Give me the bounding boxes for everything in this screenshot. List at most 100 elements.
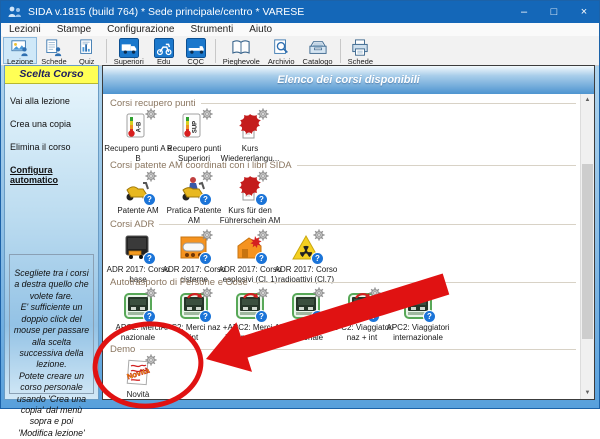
question-badge-icon: ? [143, 252, 156, 265]
document-search-icon [272, 39, 290, 57]
sidebar-link-elimina-il-corso[interactable]: Elimina il corso [5, 142, 98, 165]
scooter-rider-course-icon: ? [179, 174, 209, 204]
toolbar-button-catalogo[interactable]: Catalogo [299, 37, 337, 64]
question-badge-icon: ? [199, 193, 212, 206]
section-title: Autotrasporto di Persone e Cose [110, 277, 248, 288]
toolbar-button-schede[interactable]: Schede [37, 37, 70, 64]
toolbar-button-lezione[interactable]: Lezione [3, 37, 37, 64]
course-item[interactable]: A-B Recupero punti A e B [110, 112, 166, 163]
course-item[interactable]: ? APC2: Viaggiatori internazionale [390, 291, 446, 342]
menu-item-stampe[interactable]: Stampe [49, 24, 99, 35]
apc-truck-icon: ? [179, 291, 209, 321]
toolbar: Lezione Schede Quiz Superiori Edu CQC Pi… [1, 36, 599, 66]
section-rule [297, 165, 576, 166]
eagle-course-icon [235, 112, 265, 142]
course-item[interactable]: Novità Novità [110, 358, 166, 399]
scrollbar[interactable]: ▲ ▼ [580, 94, 594, 399]
gear-icon [145, 169, 157, 181]
gear-icon [369, 286, 381, 298]
titlebar: SIDA v.1815 (build 764) * Sede principal… [1, 1, 599, 23]
toolbar-button-edu[interactable]: Edu [148, 37, 180, 64]
scroll-down-icon[interactable]: ▼ [581, 387, 594, 399]
course-item-label: Novità [104, 390, 172, 399]
maximize-button[interactable]: □ [539, 1, 569, 23]
toolbar-separator [106, 39, 107, 63]
scroll-up-icon[interactable]: ▲ [581, 94, 594, 106]
section-demo: Demo Novità Novità [110, 344, 576, 399]
sidebar: Scelta Corso Vai alla lezione Crea una c… [4, 65, 99, 400]
gear-icon [257, 169, 269, 181]
course-item[interactable]: ? Pratica Patente AM [166, 174, 222, 225]
toolbar-button-pieghevole[interactable]: Pieghevole [219, 37, 264, 64]
question-badge-icon: ? [255, 252, 268, 265]
menubar: Lezioni Stampe Configurazione Strumenti … [1, 23, 599, 37]
toolbar-separator [340, 39, 341, 63]
close-button[interactable]: × [569, 1, 599, 23]
toolbar-button-schede-stampa[interactable]: Schede [344, 37, 377, 64]
question-badge-icon: ? [255, 310, 268, 323]
section-corsi-recupero-punti: Corsi recupero punti A-B Recupero punti … [110, 98, 576, 163]
question-badge-icon: ? [423, 310, 436, 323]
section-rule [201, 103, 576, 104]
toolbar-button-quiz[interactable]: Quiz [71, 37, 103, 64]
minimize-button[interactable]: – [509, 1, 539, 23]
question-badge-icon: ? [367, 310, 380, 323]
gear-icon [145, 107, 157, 119]
gear-icon [257, 286, 269, 298]
eagle-course-icon: ? [235, 174, 265, 204]
gear-icon [201, 286, 213, 298]
svg-text:A-B: A-B [137, 121, 143, 132]
menu-item-configurazione[interactable]: Configurazione [99, 24, 182, 35]
svg-text:SUP: SUP [193, 121, 199, 133]
adr-esplosivi-icon: ? [235, 233, 265, 263]
course-item[interactable]: SUP Recupero punti Superiori [166, 112, 222, 163]
course-item-label: APC2: Viaggiatori internazionale [384, 323, 452, 342]
gear-icon [201, 107, 213, 119]
gear-icon [425, 286, 437, 298]
toolbar-button-superiori[interactable]: Superiori [110, 37, 148, 64]
apc-truck-icon: ? [235, 291, 265, 321]
sidebar-link-crea-una-copia[interactable]: Crea una copia [5, 119, 98, 142]
sidebar-title: Scelta Corso [5, 66, 98, 84]
lesson-icon [11, 39, 29, 57]
course-item[interactable]: ? APC2: Merci internazionale [222, 291, 278, 342]
recupero-punti-sup-icon: SUP [179, 112, 209, 142]
quiz-icon [78, 39, 96, 57]
question-badge-icon: ? [143, 310, 156, 323]
course-item[interactable]: ? APC2: Viaggiatori nazionale [278, 291, 334, 342]
scroll-thumb[interactable] [582, 164, 593, 339]
course-item[interactable]: ? APC2: Merci nazionale [110, 291, 166, 342]
apc-truck-icon: ? [291, 291, 321, 321]
gear-icon [257, 228, 269, 240]
apc-truck-icon: ? [123, 291, 153, 321]
printer-icon [351, 39, 369, 57]
apc-truck-icon: ? [347, 291, 377, 321]
course-item[interactable]: ? APC2: Viaggiatori naz + int [334, 291, 390, 342]
main-panel: Elenco dei corsi disponibili Corsi recup… [102, 65, 595, 400]
adr-cisterne-icon: ? [179, 233, 209, 263]
novita-icon: Novità [123, 358, 153, 388]
sidebar-link-configura-automatico[interactable]: Configura automatico [5, 165, 98, 198]
sidebar-link-vai-alla-lezione[interactable]: Vai alla lezione [5, 96, 98, 119]
recupero-punti-ab-icon: A-B [123, 112, 153, 142]
adr-base-icon: ? [123, 233, 153, 263]
course-item[interactable]: Kurs Wiedererlangu... [222, 112, 278, 163]
menu-item-lezioni[interactable]: Lezioni [1, 24, 49, 35]
panel-header: Elenco dei corsi disponibili [103, 66, 594, 95]
question-badge-icon: ? [311, 252, 324, 265]
sidebar-description: Scegliete tra i corsi a destra quello ch… [9, 254, 94, 394]
toolbar-button-archivio[interactable]: Archivio [264, 37, 299, 64]
app-window: SIDA v.1815 (build 764) * Sede principal… [0, 0, 600, 409]
gear-icon [145, 286, 157, 298]
toolbar-button-cqc[interactable]: CQC [180, 37, 212, 64]
gear-icon [201, 228, 213, 240]
section-corsi-patente-am: Corsi patente AM coordinati con i libri … [110, 160, 576, 225]
menu-item-strumenti[interactable]: Strumenti [182, 24, 241, 35]
course-item[interactable]: ? APC2: Merci naz + int [166, 291, 222, 342]
menu-item-aiuto[interactable]: Aiuto [241, 24, 280, 35]
scooter-course-icon: ? [123, 174, 153, 204]
flatbed-truck-icon [186, 39, 206, 57]
section-corsi-adr: Corsi ADR ? ADR 2017: Corso base ? [110, 219, 576, 284]
course-item[interactable]: ? Patente AM [110, 174, 166, 225]
course-item[interactable]: ? Kurs für den Führerschein AM [222, 174, 278, 225]
